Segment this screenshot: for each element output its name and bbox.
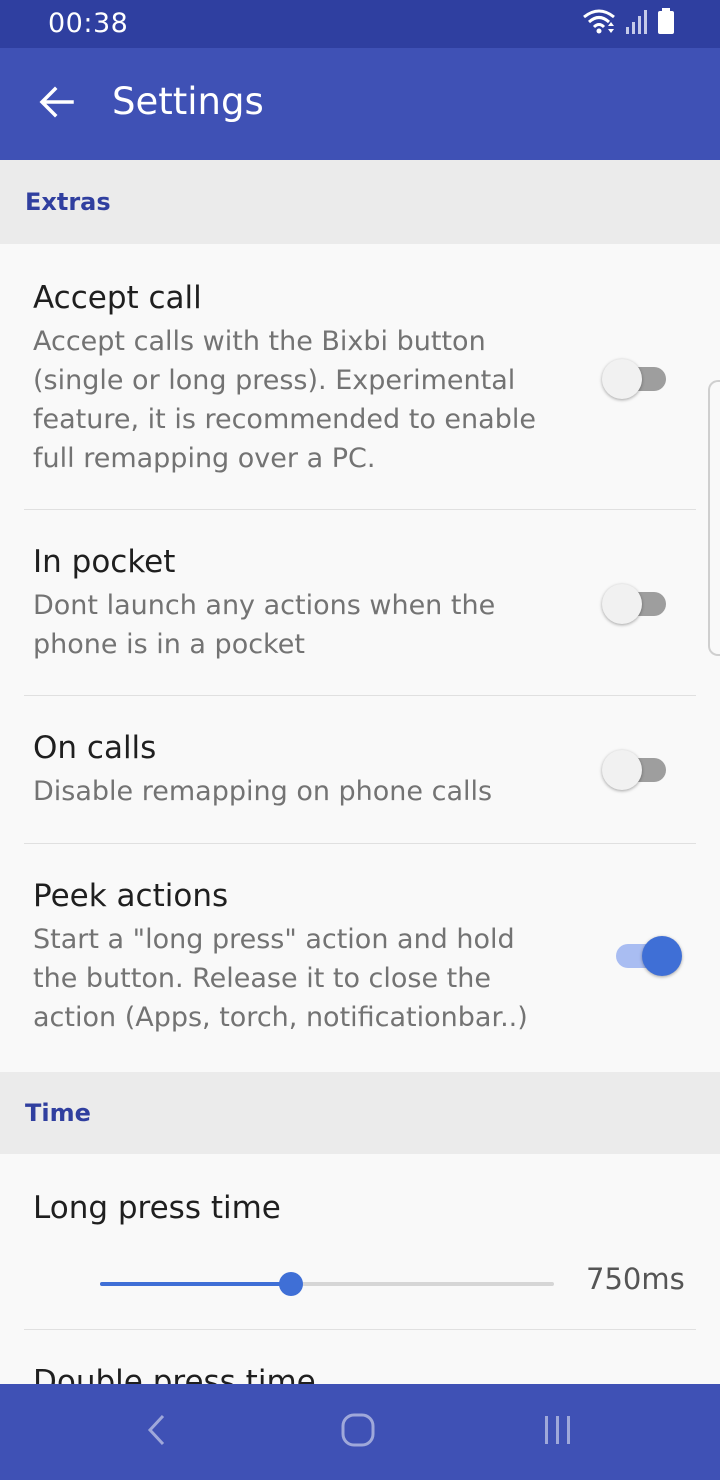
- back-button[interactable]: [28, 76, 84, 132]
- switch-thumb: [602, 359, 642, 399]
- pref-summary: Disable remapping on phone calls: [33, 776, 493, 807]
- pref-peek-actions[interactable]: Peek actions Start a "long press" action…: [0, 844, 720, 1072]
- pref-summary: Dont launch any actions when the phone i…: [33, 590, 496, 660]
- pref-title: In pocket: [33, 544, 176, 580]
- signal-icon: [626, 10, 648, 38]
- switch-thumb: [602, 584, 642, 624]
- pref-accept-call[interactable]: Accept call Accept calls with the Bixbi …: [0, 244, 720, 510]
- wifi-icon: [582, 8, 616, 38]
- status-time: 00:38: [48, 8, 129, 39]
- pref-title: Double press time: [33, 1364, 316, 1384]
- status-bar: 00:38: [0, 0, 720, 48]
- section-header-label: Time: [25, 1099, 91, 1127]
- in-pocket-switch[interactable]: [602, 584, 668, 624]
- battery-icon: [658, 8, 674, 38]
- nav-back-icon: [145, 1413, 167, 1451]
- long-press-slider[interactable]: [100, 1272, 554, 1296]
- pref-summary: Accept calls with the Bixbi button (sing…: [33, 326, 536, 474]
- slider-fill: [100, 1282, 291, 1286]
- section-header-time: Time: [0, 1072, 720, 1154]
- pref-title: Long press time: [33, 1190, 281, 1226]
- peek-actions-switch[interactable]: [616, 936, 682, 976]
- scrollbar[interactable]: [708, 380, 720, 656]
- nav-home-button[interactable]: [334, 1408, 382, 1456]
- pref-title: Peek actions: [33, 878, 229, 914]
- pref-on-calls[interactable]: On calls Disable remapping on phone call…: [0, 696, 720, 844]
- navigation-bar: [0, 1384, 720, 1480]
- app-bar: Settings: [0, 48, 720, 160]
- accept-call-switch[interactable]: [602, 359, 668, 399]
- pref-title: On calls: [33, 730, 157, 766]
- page-title: Settings: [112, 80, 264, 123]
- section-header-label: Extras: [25, 188, 111, 216]
- nav-recents-button[interactable]: [534, 1408, 582, 1456]
- switch-thumb: [602, 750, 642, 790]
- arrow-back-icon: [38, 86, 74, 122]
- on-calls-switch[interactable]: [602, 750, 668, 790]
- slider-thumb[interactable]: [278, 1272, 303, 1296]
- pref-summary: Start a "long press" action and hold the…: [33, 924, 528, 1033]
- pref-in-pocket[interactable]: In pocket Dont launch any actions when t…: [0, 510, 720, 696]
- nav-home-icon: [341, 1413, 375, 1451]
- nav-recents-icon: [542, 1415, 574, 1449]
- slider-value: 750ms: [586, 1262, 685, 1296]
- section-header-extras: Extras: [0, 160, 720, 244]
- pref-title: Accept call: [33, 280, 202, 316]
- pref-long-press-time[interactable]: Long press time 750ms: [0, 1154, 720, 1330]
- nav-back-button[interactable]: [132, 1408, 180, 1456]
- settings-list[interactable]: Extras Accept call Accept calls with the…: [0, 160, 720, 1384]
- pref-double-press-time[interactable]: Double press time: [0, 1330, 720, 1384]
- switch-thumb: [642, 936, 682, 976]
- status-icons: [582, 8, 674, 38]
